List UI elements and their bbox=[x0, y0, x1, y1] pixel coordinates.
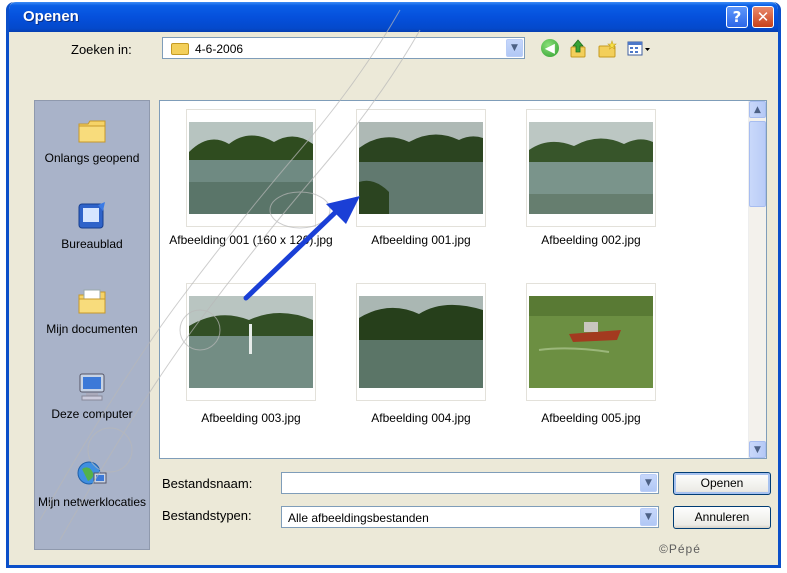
back-icon[interactable]: ◀ bbox=[541, 39, 559, 57]
boat-photo-image bbox=[529, 296, 653, 388]
window-title: Openen bbox=[23, 8, 79, 25]
chevron-down-icon[interactable]: ▼ bbox=[640, 508, 657, 526]
views-menu-icon[interactable] bbox=[627, 39, 651, 59]
place-label: Bureaublad bbox=[61, 237, 123, 251]
place-label: Mijn documenten bbox=[46, 322, 138, 336]
author-credit: ©Pépé bbox=[659, 542, 701, 556]
file-thumbnail[interactable] bbox=[526, 283, 656, 401]
chevron-up-icon: ▲ bbox=[754, 104, 761, 115]
close-icon: ✕ bbox=[756, 8, 770, 26]
open-dialog: Openen ? ✕ Zoeken in: 4-6-2006 ▼ ◀ Onlan… bbox=[6, 2, 781, 568]
file-thumbnail[interactable] bbox=[186, 109, 316, 227]
scroll-thumb[interactable] bbox=[749, 121, 766, 207]
place-network[interactable]: Mijn netwerklocaties bbox=[35, 459, 149, 509]
chevron-down-icon: ▼ bbox=[754, 444, 761, 455]
lake-photo-image bbox=[359, 296, 483, 388]
title-bar[interactable]: Openen ? ✕ bbox=[9, 2, 778, 32]
file-thumbnail[interactable] bbox=[356, 283, 486, 401]
place-my-computer[interactable]: Deze computer bbox=[35, 371, 149, 421]
filename-input[interactable]: ▼ bbox=[281, 472, 659, 494]
my-documents-icon bbox=[76, 286, 108, 318]
desktop-icon bbox=[76, 201, 108, 233]
help-button[interactable]: ? bbox=[726, 6, 748, 28]
scroll-down-button[interactable]: ▼ bbox=[749, 441, 766, 458]
filetype-select[interactable]: Alle afbeeldingsbestanden ▼ bbox=[281, 506, 659, 528]
up-folder-icon[interactable] bbox=[569, 39, 587, 59]
place-label: Deze computer bbox=[51, 407, 133, 421]
vertical-scrollbar[interactable]: ▲ ▼ bbox=[748, 101, 766, 458]
close-button[interactable]: ✕ bbox=[752, 6, 774, 28]
place-recent[interactable]: Onlangs geopend bbox=[35, 115, 149, 165]
scroll-up-button[interactable]: ▲ bbox=[749, 101, 766, 118]
lake-photo-image bbox=[529, 122, 653, 214]
place-label: Onlangs geopend bbox=[44, 151, 140, 165]
recent-folder-icon bbox=[76, 115, 108, 147]
filetype-value: Alle afbeeldingsbestanden bbox=[288, 511, 429, 525]
network-icon bbox=[76, 459, 108, 491]
lake-photo-image bbox=[189, 122, 313, 214]
question-mark-icon: ? bbox=[732, 8, 742, 26]
file-list-view[interactable]: Afbeelding 001 (160 x 120).jpg Afbeeldin… bbox=[159, 100, 767, 459]
computer-icon bbox=[76, 371, 108, 403]
lake-photo-image bbox=[359, 122, 483, 214]
place-desktop[interactable]: Bureaublad bbox=[35, 201, 149, 251]
file-name[interactable]: Afbeelding 005.jpg bbox=[506, 411, 676, 425]
file-name[interactable]: Afbeelding 004.jpg bbox=[336, 411, 506, 425]
places-bar: Onlangs geopend Bureaublad Mijn document… bbox=[34, 100, 150, 550]
file-name[interactable]: Afbeelding 002.jpg bbox=[506, 233, 676, 247]
place-label: Mijn netwerklocaties bbox=[37, 495, 147, 509]
filetype-label: Bestandstypen: bbox=[162, 508, 252, 523]
cancel-button[interactable]: Annuleren bbox=[673, 506, 771, 529]
new-folder-icon[interactable] bbox=[597, 39, 619, 59]
file-name[interactable]: Afbeelding 003.jpg bbox=[166, 411, 336, 425]
chevron-down-icon[interactable]: ▼ bbox=[506, 39, 523, 57]
look-in-label: Zoeken in: bbox=[71, 42, 132, 57]
filename-label: Bestandsnaam: bbox=[162, 476, 253, 491]
file-thumbnail[interactable] bbox=[186, 283, 316, 401]
folder-icon bbox=[171, 43, 189, 55]
file-thumbnail[interactable] bbox=[526, 109, 656, 227]
file-thumbnail[interactable] bbox=[356, 109, 486, 227]
file-name[interactable]: Afbeelding 001 (160 x 120).jpg bbox=[166, 233, 336, 247]
chevron-down-icon[interactable]: ▼ bbox=[640, 474, 657, 492]
lake-photo-image bbox=[189, 296, 313, 388]
place-my-documents[interactable]: Mijn documenten bbox=[35, 286, 149, 336]
file-name[interactable]: Afbeelding 001.jpg bbox=[336, 233, 506, 247]
look-in-value: 4-6-2006 bbox=[195, 42, 244, 56]
open-button[interactable]: Openen bbox=[673, 472, 771, 495]
look-in-select[interactable]: 4-6-2006 ▼ bbox=[162, 37, 525, 59]
